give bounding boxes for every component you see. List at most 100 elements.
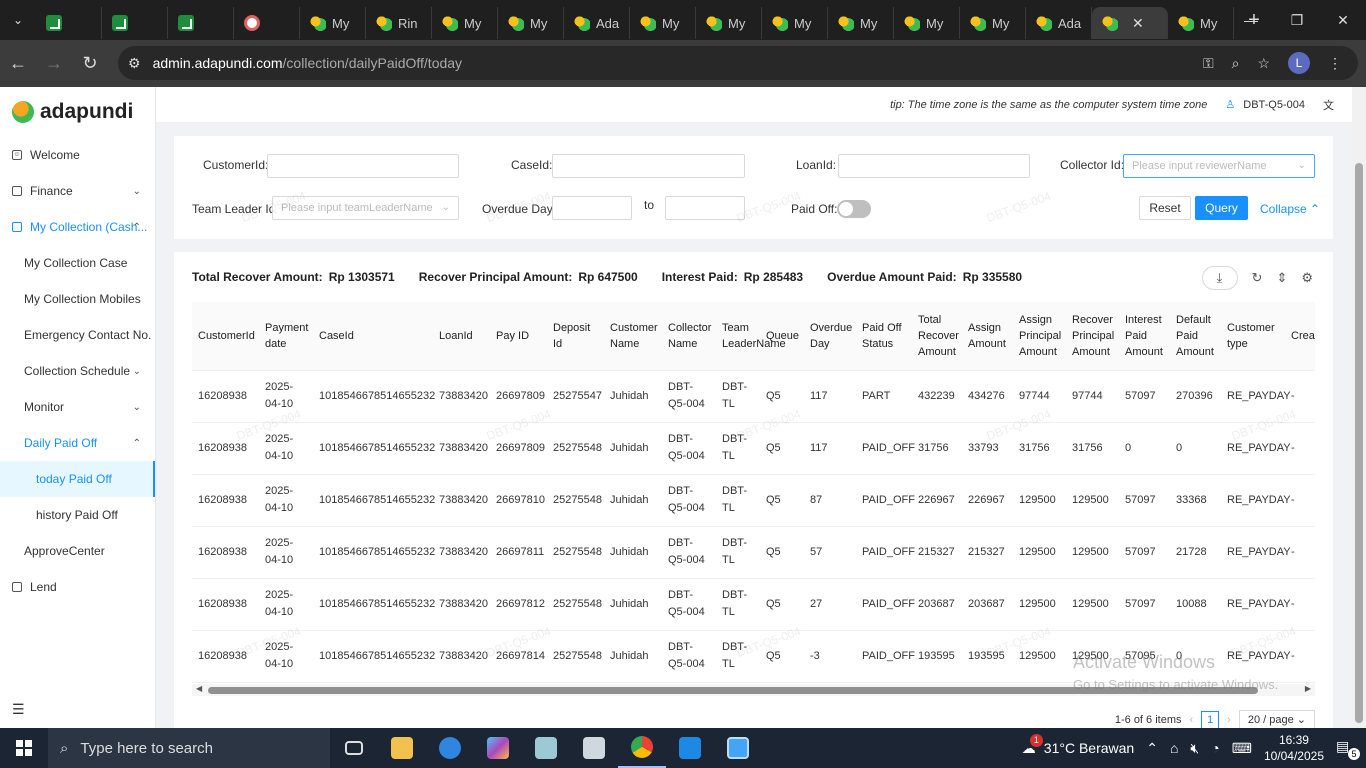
team-leader-select[interactable]: Please input teamLeaderName ⌄ — [272, 196, 459, 220]
sidebar-item-collection-schedule[interactable]: Collection Schedule ⌄ — [0, 353, 155, 389]
wifi-icon[interactable]: ◔ — [1211, 740, 1219, 756]
copilot-icon[interactable] — [474, 728, 522, 768]
refresh-icon[interactable]: ↻ — [1252, 270, 1263, 286]
browser-tab[interactable]: My — [696, 7, 762, 39]
browser-tab[interactable] — [102, 7, 168, 39]
column-header[interactable]: Deposit Id — [547, 302, 604, 371]
sidebar-item-my-collection-mobiles[interactable]: My Collection Mobiles — [0, 281, 155, 317]
browser-menu-icon[interactable]: ⋮ — [1328, 55, 1342, 72]
address-bar[interactable]: ⚙ admin.adapundi.com/collection/dailyPai… — [118, 46, 1358, 80]
scroll-left-icon[interactable]: ◀ — [196, 684, 202, 693]
sidebar-item-today-paid-off[interactable]: today Paid Off — [0, 461, 155, 497]
weather-widget[interactable]: ☁ 1 31°C Berawan — [1022, 733, 1134, 757]
browser-tab[interactable]: My — [630, 7, 696, 39]
translate-icon[interactable]: 文 — [1323, 97, 1334, 113]
browser-tab[interactable]: My — [432, 7, 498, 39]
column-header[interactable]: Interest Paid Amount — [1119, 302, 1170, 371]
page-size-select[interactable]: 20 / page ⌄ — [1238, 710, 1315, 729]
browser-tab[interactable]: My — [1168, 7, 1234, 39]
case-id-input[interactable] — [552, 154, 745, 178]
keyboard-icon[interactable]: ⌨ — [1232, 740, 1252, 757]
taskbar-search[interactable]: ⌕ Type here to search — [48, 728, 330, 768]
sidebar-item-monitor[interactable]: Monitor ⌄ — [0, 389, 155, 425]
clock[interactable]: 16:39 10/04/2025 — [1264, 732, 1324, 764]
task-view-icon[interactable] — [330, 728, 378, 768]
column-header[interactable]: Queue — [760, 302, 804, 371]
collapse-link[interactable]: Collapse ⌃ — [1260, 202, 1320, 216]
column-header[interactable]: Team LeaderName — [716, 302, 786, 371]
profile-avatar[interactable]: L — [1288, 52, 1310, 74]
prev-page-icon[interactable]: ‹ — [1190, 714, 1194, 726]
column-header[interactable]: CustomerId — [192, 302, 259, 371]
collector-id-select[interactable]: Please input reviewerName ⌄ — [1123, 154, 1315, 178]
action-center-icon[interactable]: ▤ 5 — [1336, 738, 1360, 760]
column-header[interactable]: Assign Principal Amount — [1013, 302, 1066, 371]
table-row[interactable]: 16208938 2025-04-10 1018546678514655232 738… — [192, 474, 1315, 527]
column-header[interactable]: Assign Amount — [962, 302, 1013, 371]
minimize-button[interactable]: — — [1228, 0, 1274, 40]
column-header[interactable]: Overdue Day — [804, 302, 856, 371]
restore-button[interactable]: ❐ — [1274, 0, 1320, 40]
volume-muted-icon[interactable]: 🔇︎ — [1190, 740, 1199, 757]
sidebar-item-my-collection-case[interactable]: My Collection Case — [0, 245, 155, 281]
column-header[interactable]: Pay ID — [490, 302, 547, 371]
sidebar-item-approve-center[interactable]: ApproveCenter — [0, 533, 155, 569]
sidebar-item-emergency-contact[interactable]: Emergency Contact No. — [0, 317, 155, 353]
calculator-icon[interactable] — [570, 728, 618, 768]
column-header[interactable]: Total Recover Amount — [912, 302, 962, 371]
page-1-button[interactable]: 1 — [1201, 710, 1220, 729]
column-header[interactable]: LoanId — [433, 302, 490, 371]
current-user[interactable]: ♙ DBT-Q5-004 — [1225, 98, 1305, 112]
column-header[interactable]: Customer Name — [604, 302, 662, 371]
next-page-icon[interactable]: › — [1227, 714, 1231, 726]
remote-app-icon[interactable] — [714, 728, 762, 768]
column-header[interactable]: Collector Name — [662, 302, 716, 371]
table-row[interactable]: 16208938 2025-04-10 1018546678514655232 738… — [192, 422, 1315, 475]
overdue-day-to-input[interactable] — [665, 196, 745, 220]
start-button[interactable] — [0, 728, 48, 768]
customer-id-input[interactable] — [267, 154, 459, 178]
browser-tab[interactable]: Rin — [366, 7, 432, 39]
download-icon[interactable]: ⤓ — [1201, 266, 1238, 290]
page-scroll-thumb[interactable] — [1355, 163, 1363, 723]
chevron-up-icon[interactable]: ⌃ — [1146, 740, 1158, 757]
paid-off-toggle[interactable] — [837, 200, 871, 218]
query-button[interactable]: Query — [1195, 196, 1248, 220]
loan-id-input[interactable] — [838, 154, 1030, 178]
password-key-icon[interactable]: ⚿ — [1203, 55, 1214, 72]
sidebar-item-welcome[interactable]: ☺ Welcome — [0, 137, 155, 173]
browser-tab[interactable] — [168, 7, 234, 39]
browser-tab[interactable]: My — [960, 7, 1026, 39]
column-header[interactable]: Recover Principal Amount — [1066, 302, 1119, 371]
close-tab-icon[interactable]: ✕ — [1132, 15, 1144, 32]
reload-button[interactable]: ↻ — [72, 53, 108, 74]
sidebar-item-daily-paid-off[interactable]: Daily Paid Off ⌃ — [0, 425, 155, 461]
table-row[interactable]: 16208938 2025-04-10 1018546678514655232 738… — [192, 578, 1315, 631]
column-header[interactable]: Crea — [1285, 302, 1315, 371]
browser-tab[interactable] — [234, 7, 300, 39]
reset-button[interactable]: Reset — [1139, 196, 1191, 220]
chrome-icon[interactable] — [618, 728, 666, 768]
sidebar-item-history-paid-off[interactable]: history Paid Off — [0, 497, 155, 533]
scroll-right-icon[interactable]: ▶ — [1305, 684, 1311, 693]
column-header[interactable]: Payment date — [259, 302, 313, 371]
logo[interactable]: adapundi — [0, 87, 155, 137]
tab-search-button[interactable]: ⌄ — [0, 0, 36, 40]
phone-app-icon[interactable] — [426, 728, 474, 768]
app-icon[interactable] — [522, 728, 570, 768]
site-info-icon[interactable]: ⚙ — [128, 55, 141, 72]
page-scrollbar[interactable] — [1352, 87, 1366, 728]
browser-tab[interactable]: ✕ — [1092, 7, 1168, 39]
close-window-button[interactable]: ✕ — [1320, 0, 1366, 40]
browser-tab[interactable] — [36, 7, 102, 39]
meet-now-icon[interactable]: ⌂ — [1170, 740, 1178, 756]
browser-tab[interactable]: My — [300, 7, 366, 39]
file-explorer-icon[interactable] — [378, 728, 426, 768]
overdue-day-from-input[interactable] — [552, 196, 632, 220]
bookmark-star-icon[interactable]: ☆ — [1257, 55, 1270, 72]
mail-app-icon[interactable] — [666, 728, 714, 768]
browser-tab[interactable]: My — [498, 7, 564, 39]
browser-tab[interactable]: My — [828, 7, 894, 39]
column-header[interactable]: Paid Off Status — [856, 302, 912, 371]
browser-tab[interactable]: My — [762, 7, 828, 39]
